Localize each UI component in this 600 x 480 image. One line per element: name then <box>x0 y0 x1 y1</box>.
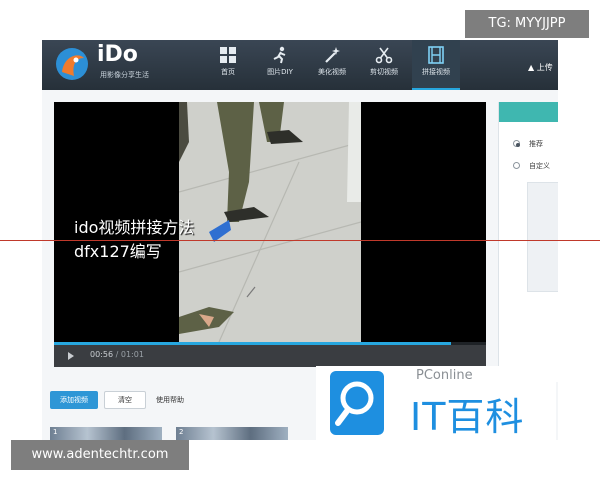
nav-label: 图片DIY <box>267 68 293 76</box>
custom-settings-box <box>527 182 558 292</box>
player-controls: 00:56 / 01:01 <box>54 345 486 367</box>
help-link[interactable]: 使用帮助 <box>156 395 184 405</box>
upload-arrow-icon: ▲ <box>528 63 535 72</box>
overlay-author: dfx127编写 <box>74 242 162 261</box>
nav-join-video[interactable]: 拼接视频 <box>412 40 460 90</box>
clip-thumbnail[interactable]: 1 <box>50 427 162 440</box>
time-total: 01:01 <box>120 350 144 359</box>
clear-button[interactable]: 清空 <box>104 391 146 409</box>
nav-cut-video[interactable]: 剪切视频 <box>360 40 408 90</box>
corner-url: www.adentechtr.com <box>11 440 189 470</box>
video-player[interactable]: ido视频拼接方法 dfx127编写 00:56 / 01:01 <box>54 102 486 367</box>
time-display: 00:56 / 01:01 <box>90 350 144 359</box>
add-video-button[interactable]: 添加视频 <box>50 391 98 409</box>
upload-label: 上传 <box>536 63 553 72</box>
corner-tag: TG: MYYJJPP <box>465 10 589 38</box>
nav-label: 剪切视频 <box>370 68 398 76</box>
clip-thumbnail[interactable]: 2 <box>176 427 288 440</box>
option-label-custom: 自定义 <box>529 162 550 170</box>
nav-beautify-video[interactable]: 美化视频 <box>308 40 356 90</box>
app-name: iDo <box>97 42 138 67</box>
nav-image-diy[interactable]: 图片DIY <box>256 40 304 90</box>
clip-index: 1 <box>53 428 58 436</box>
play-icon[interactable] <box>68 352 74 360</box>
settings-panel: 推荐 自定义 <box>498 102 558 382</box>
nav-home[interactable]: 首页 <box>204 40 252 90</box>
film-icon <box>428 46 444 64</box>
radio-custom[interactable] <box>513 162 520 169</box>
radio-recommended[interactable] <box>513 140 520 147</box>
app-slogan: 用影像分享生活 <box>100 71 149 79</box>
app-header: iDo 用影像分享生活 首页 图片DIY 美化视频 剪切视频 拼接视频 ▲ 上传 <box>42 40 558 90</box>
scissors-icon <box>375 47 393 64</box>
nav-label: 美化视频 <box>318 68 346 76</box>
time-current: 00:56 <box>90 350 114 359</box>
pconline-watermark: PConline IT百科 <box>316 366 556 440</box>
grid-icon <box>220 47 236 63</box>
red-guide-line <box>0 240 600 241</box>
option-label-recommended: 推荐 <box>529 140 543 148</box>
watermark-brand: PConline <box>416 368 473 383</box>
magic-wand-icon <box>325 47 340 63</box>
nav-label: 首页 <box>221 68 235 76</box>
magnifier-logo-icon <box>330 371 384 435</box>
nav-label: 拼接视频 <box>422 68 450 76</box>
ido-logo-icon <box>56 48 88 80</box>
figure-icon <box>273 46 286 64</box>
watermark-text: IT百科 <box>410 395 525 439</box>
overlay-title: ido视频拼接方法 <box>74 218 195 237</box>
clip-index: 2 <box>179 428 184 436</box>
upload-button[interactable]: ▲ 上传 <box>528 62 553 73</box>
video-frame <box>179 102 361 342</box>
panel-header <box>499 102 558 122</box>
